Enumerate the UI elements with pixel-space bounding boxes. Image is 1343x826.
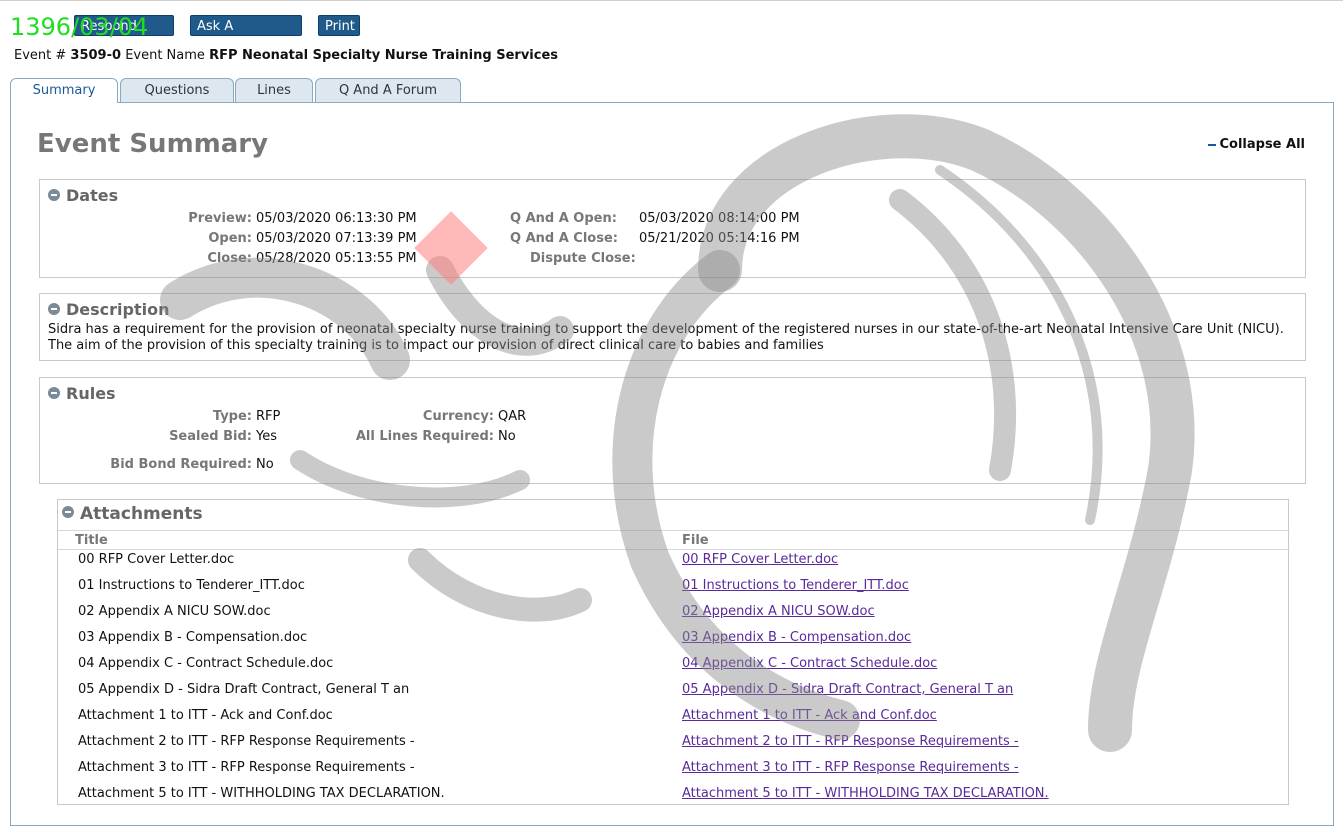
attachment-file-link[interactable]: 02 Appendix A NICU SOW.doc [682, 604, 875, 619]
table-row: Attachment 2 to ITT - RFP Response Requi… [58, 734, 1290, 760]
collapse-circle-icon [48, 302, 60, 315]
event-name: RFP Neonatal Specialty Nurse Training Se… [209, 48, 559, 63]
open-value: 05/03/2020 07:13:39 PM [256, 231, 417, 246]
ask-question-button[interactable]: Ask A Question [190, 15, 302, 55]
description-section: Description Sidra has a requirement for … [39, 293, 1306, 361]
table-row: Attachment 5 to ITT - WITHHOLDING TAX DE… [58, 786, 1290, 812]
description-text: Sidra has a requirement for the provisio… [48, 322, 1284, 353]
all-lines-required-label: All Lines Required: [355, 429, 494, 444]
collapse-circle-icon [48, 188, 60, 201]
sealed-bid-value: Yes [256, 429, 277, 444]
event-info: Event # 3509-0 Event Name RFP Neonatal S… [14, 48, 558, 63]
table-row: 01 Instructions to Tenderer_ITT.doc 01 In… [58, 578, 1290, 604]
table-row: 04 Appendix C - Contract Schedule.doc 04 … [58, 656, 1290, 682]
type-value: RFP [256, 409, 281, 424]
attachment-file-link[interactable]: 00 RFP Cover Letter.doc [682, 552, 838, 567]
preview-label: Preview: [188, 211, 252, 226]
attachment-title: 01 Instructions to Tenderer_ITT.doc [78, 578, 305, 593]
all-lines-required-value: No [498, 429, 516, 444]
table-row: 02 Appendix A NICU SOW.doc 02 Appendix A … [58, 604, 1290, 630]
column-header-title: Title [75, 533, 108, 548]
attachments-header-row: Title File [58, 530, 1290, 550]
summary-panel: Event Summary Collapse All Dates Preview… [10, 102, 1334, 826]
event-name-label: Event Name [125, 48, 205, 63]
dates-section: Dates Preview: 05/03/2020 06:13:30 PM Op… [39, 179, 1306, 278]
page-title: Event Summary [37, 129, 269, 159]
dispute-close-label: Dispute Close: [530, 251, 636, 266]
currency-value: QAR [498, 409, 527, 424]
rules-section: Rules Type: RFP Sealed Bid: Yes Currency… [39, 377, 1306, 484]
attachment-title: 05 Appendix D - Sidra Draft Contract, Ge… [78, 682, 410, 697]
qa-open-value: 05/03/2020 08:14:00 PM [639, 211, 800, 226]
attachments-section: Attachments Title File 00 RFP Cover Lett… [57, 499, 1290, 805]
attachment-title: 04 Appendix C - Contract Schedule.doc [78, 656, 334, 671]
attachment-file-link[interactable]: 05 Appendix D - Sidra Draft Contract, Ge… [682, 682, 1013, 697]
collapse-all-button[interactable]: Collapse All [1208, 137, 1305, 152]
column-header-file: File [682, 533, 709, 548]
attachment-file-link[interactable]: Attachment 3 to ITT - RFP Response Requi… [682, 760, 1019, 775]
attachment-file-link[interactable]: Attachment 1 to ITT - Ack and Conf.doc [682, 708, 937, 723]
rules-heading: Rules [66, 384, 116, 403]
table-row: 05 Appendix D - Sidra Draft Contract, Ge… [58, 682, 1290, 708]
attachment-title: 02 Appendix A NICU SOW.doc [78, 604, 271, 619]
type-label: Type: [212, 409, 252, 424]
dates-header[interactable]: Dates [48, 186, 118, 205]
attachment-title: 03 Appendix B - Compensation.doc [78, 630, 308, 645]
tab-questions[interactable]: Questions [120, 78, 234, 102]
event-number: 3509-0 [70, 48, 122, 63]
collapse-icon [1208, 143, 1217, 146]
dates-heading: Dates [66, 186, 119, 205]
attachment-title: Attachment 2 to ITT - RFP Response Requi… [78, 734, 415, 749]
attachment-title: Attachment 1 to ITT - Ack and Conf.doc [78, 708, 333, 723]
attachment-file-link[interactable]: 01 Instructions to Tenderer_ITT.doc [682, 578, 909, 593]
attachments-header[interactable]: Attachments [62, 504, 203, 524]
tab-lines[interactable]: Lines [235, 78, 313, 102]
bid-bond-value: No [256, 457, 274, 472]
table-row: 03 Appendix B - Compensation.doc 03 Appen… [58, 630, 1290, 656]
attachment-title: Attachment 5 to ITT - WITHHOLDING TAX DE… [78, 786, 445, 801]
table-row: Attachment 1 to ITT - Ack and Conf.doc At… [58, 708, 1290, 734]
attachment-file-link[interactable]: 04 Appendix C - Contract Schedule.doc [682, 656, 937, 671]
attachment-file-link[interactable]: Attachment 2 to ITT - RFP Response Requi… [682, 734, 1019, 749]
table-row: 00 RFP Cover Letter.doc 00 RFP Cover Lett… [58, 552, 1290, 578]
sealed-bid-label: Sealed Bid: [169, 429, 252, 444]
collapse-circle-icon [48, 386, 60, 399]
tab-q-and-a-forum[interactable]: Q And A Forum [315, 78, 461, 102]
bid-bond-label: Bid Bond Required: [110, 457, 252, 472]
event-number-label: Event # [14, 48, 67, 63]
attachment-title: Attachment 3 to ITT - RFP Response Requi… [78, 760, 415, 775]
open-label: Open: [208, 231, 252, 246]
close-value: 05/28/2020 05:13:55 PM [256, 251, 417, 266]
qa-open-label: Q And A Open: [510, 211, 617, 226]
tab-summary[interactable]: Summary [10, 78, 118, 103]
top-border [0, 0, 1343, 1]
rules-header[interactable]: Rules [48, 384, 116, 403]
currency-label: Currency: [422, 409, 494, 424]
description-header[interactable]: Description [48, 300, 169, 319]
attachment-file-link[interactable]: 03 Appendix B - Compensation.doc [682, 630, 911, 645]
close-label: Close: [207, 251, 252, 266]
respond-now-button[interactable]: Respond Now [74, 15, 174, 55]
qa-close-value: 05/21/2020 05:14:16 PM [639, 231, 800, 246]
qa-close-label: Q And A Close: [510, 231, 618, 246]
attachments-heading: Attachments [80, 504, 203, 524]
description-heading: Description [66, 300, 170, 319]
print-button[interactable]: Print [318, 15, 360, 36]
preview-value: 05/03/2020 06:13:30 PM [256, 211, 417, 226]
table-row: Attachment 3 to ITT - RFP Response Requi… [58, 760, 1290, 786]
collapse-circle-icon [62, 506, 74, 518]
attachment-file-link[interactable]: Attachment 5 to ITT - WITHHOLDING TAX DE… [682, 786, 1049, 801]
collapse-all-label: Collapse All [1219, 137, 1305, 152]
attachment-title: 00 RFP Cover Letter.doc [78, 552, 235, 567]
